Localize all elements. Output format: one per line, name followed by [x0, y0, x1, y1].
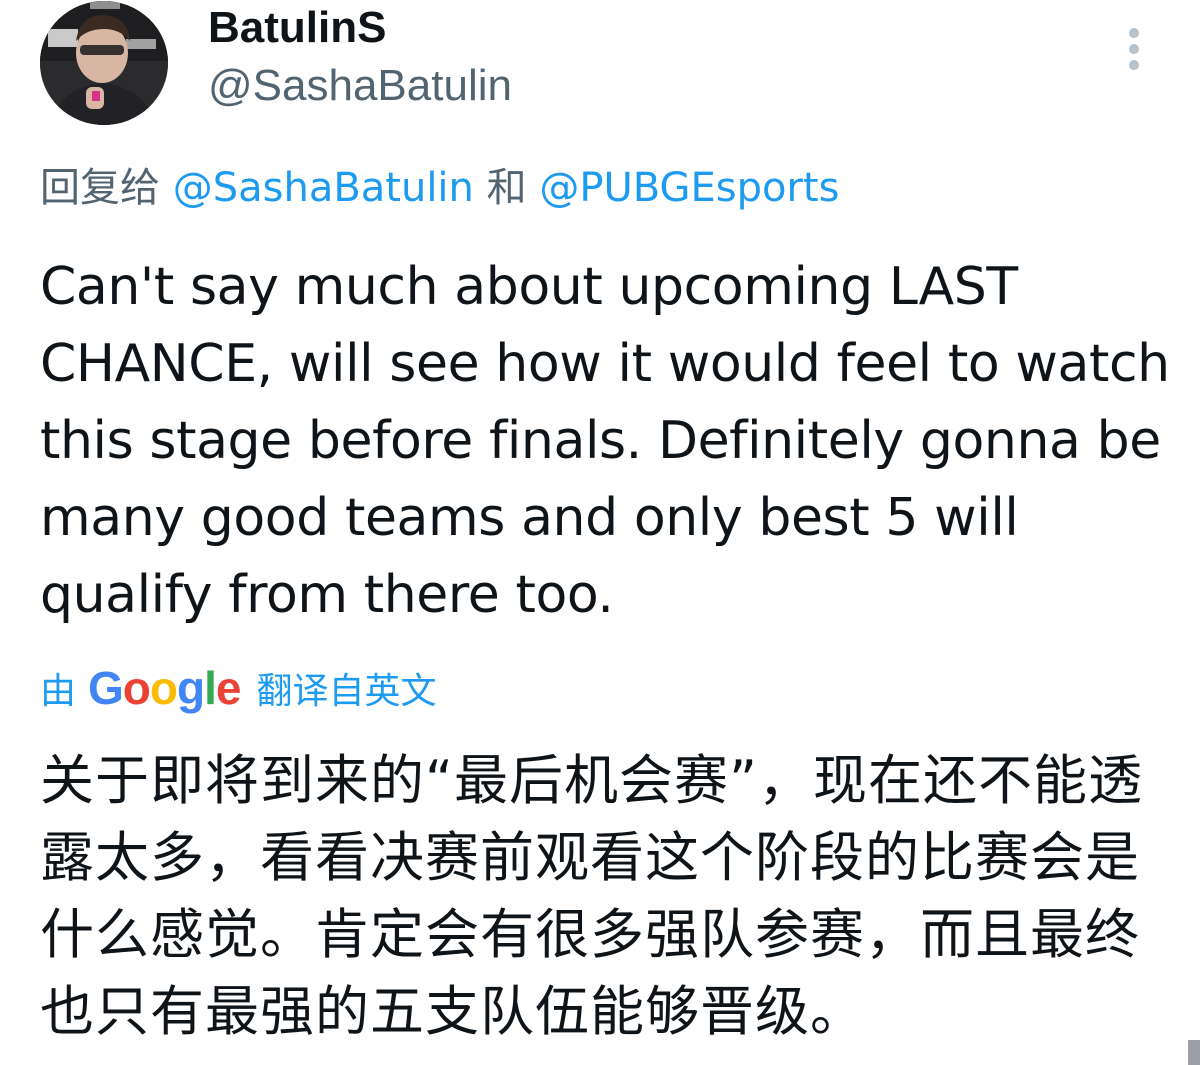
dot — [1129, 44, 1139, 54]
google-logo: Google — [88, 661, 242, 715]
google-logo-letter: e — [215, 662, 242, 714]
translation-attribution[interactable]: 由 Google 翻译自英文 — [40, 658, 437, 718]
tweet-text: Can't say much about upcoming LAST CHANC… — [40, 257, 1170, 625]
dot — [1129, 28, 1139, 38]
avatar[interactable] — [40, 1, 168, 125]
translation-by-label: 由 — [40, 671, 77, 712]
mention-link[interactable]: @SashaBatulin — [173, 165, 474, 211]
scrollbar-thumb[interactable] — [1188, 1040, 1200, 1065]
translated-tweet-text: 关于即将到来的“最后机会赛”，现在还不能透露太多，看看决赛前观看这个阶段的比赛会… — [40, 749, 1143, 1043]
dot — [1129, 60, 1139, 70]
google-logo-letter: o — [149, 662, 178, 714]
reply-prefix: 回复给 — [40, 165, 160, 211]
translation-source-label: 翻译自英文 — [256, 671, 437, 712]
tweet-header: BatulinS @SashaBatulin — [0, 0, 1200, 140]
author-handle[interactable]: @SashaBatulin — [208, 60, 512, 112]
google-logo-letter: l — [204, 662, 217, 714]
reply-joiner: 和 — [486, 165, 527, 211]
author-display-name[interactable]: BatulinS — [208, 2, 386, 54]
google-logo-letter: G — [88, 662, 124, 714]
google-logo-letter: g — [177, 662, 205, 714]
avatar-photo — [40, 1, 168, 125]
replying-to: 回复给 @SashaBatulin 和 @PUBGEsports — [40, 162, 839, 214]
vertical-ellipsis-icon[interactable] — [1118, 24, 1152, 74]
mention-link[interactable]: @PUBGEsports — [539, 165, 839, 211]
google-logo-letter: o — [122, 662, 151, 714]
